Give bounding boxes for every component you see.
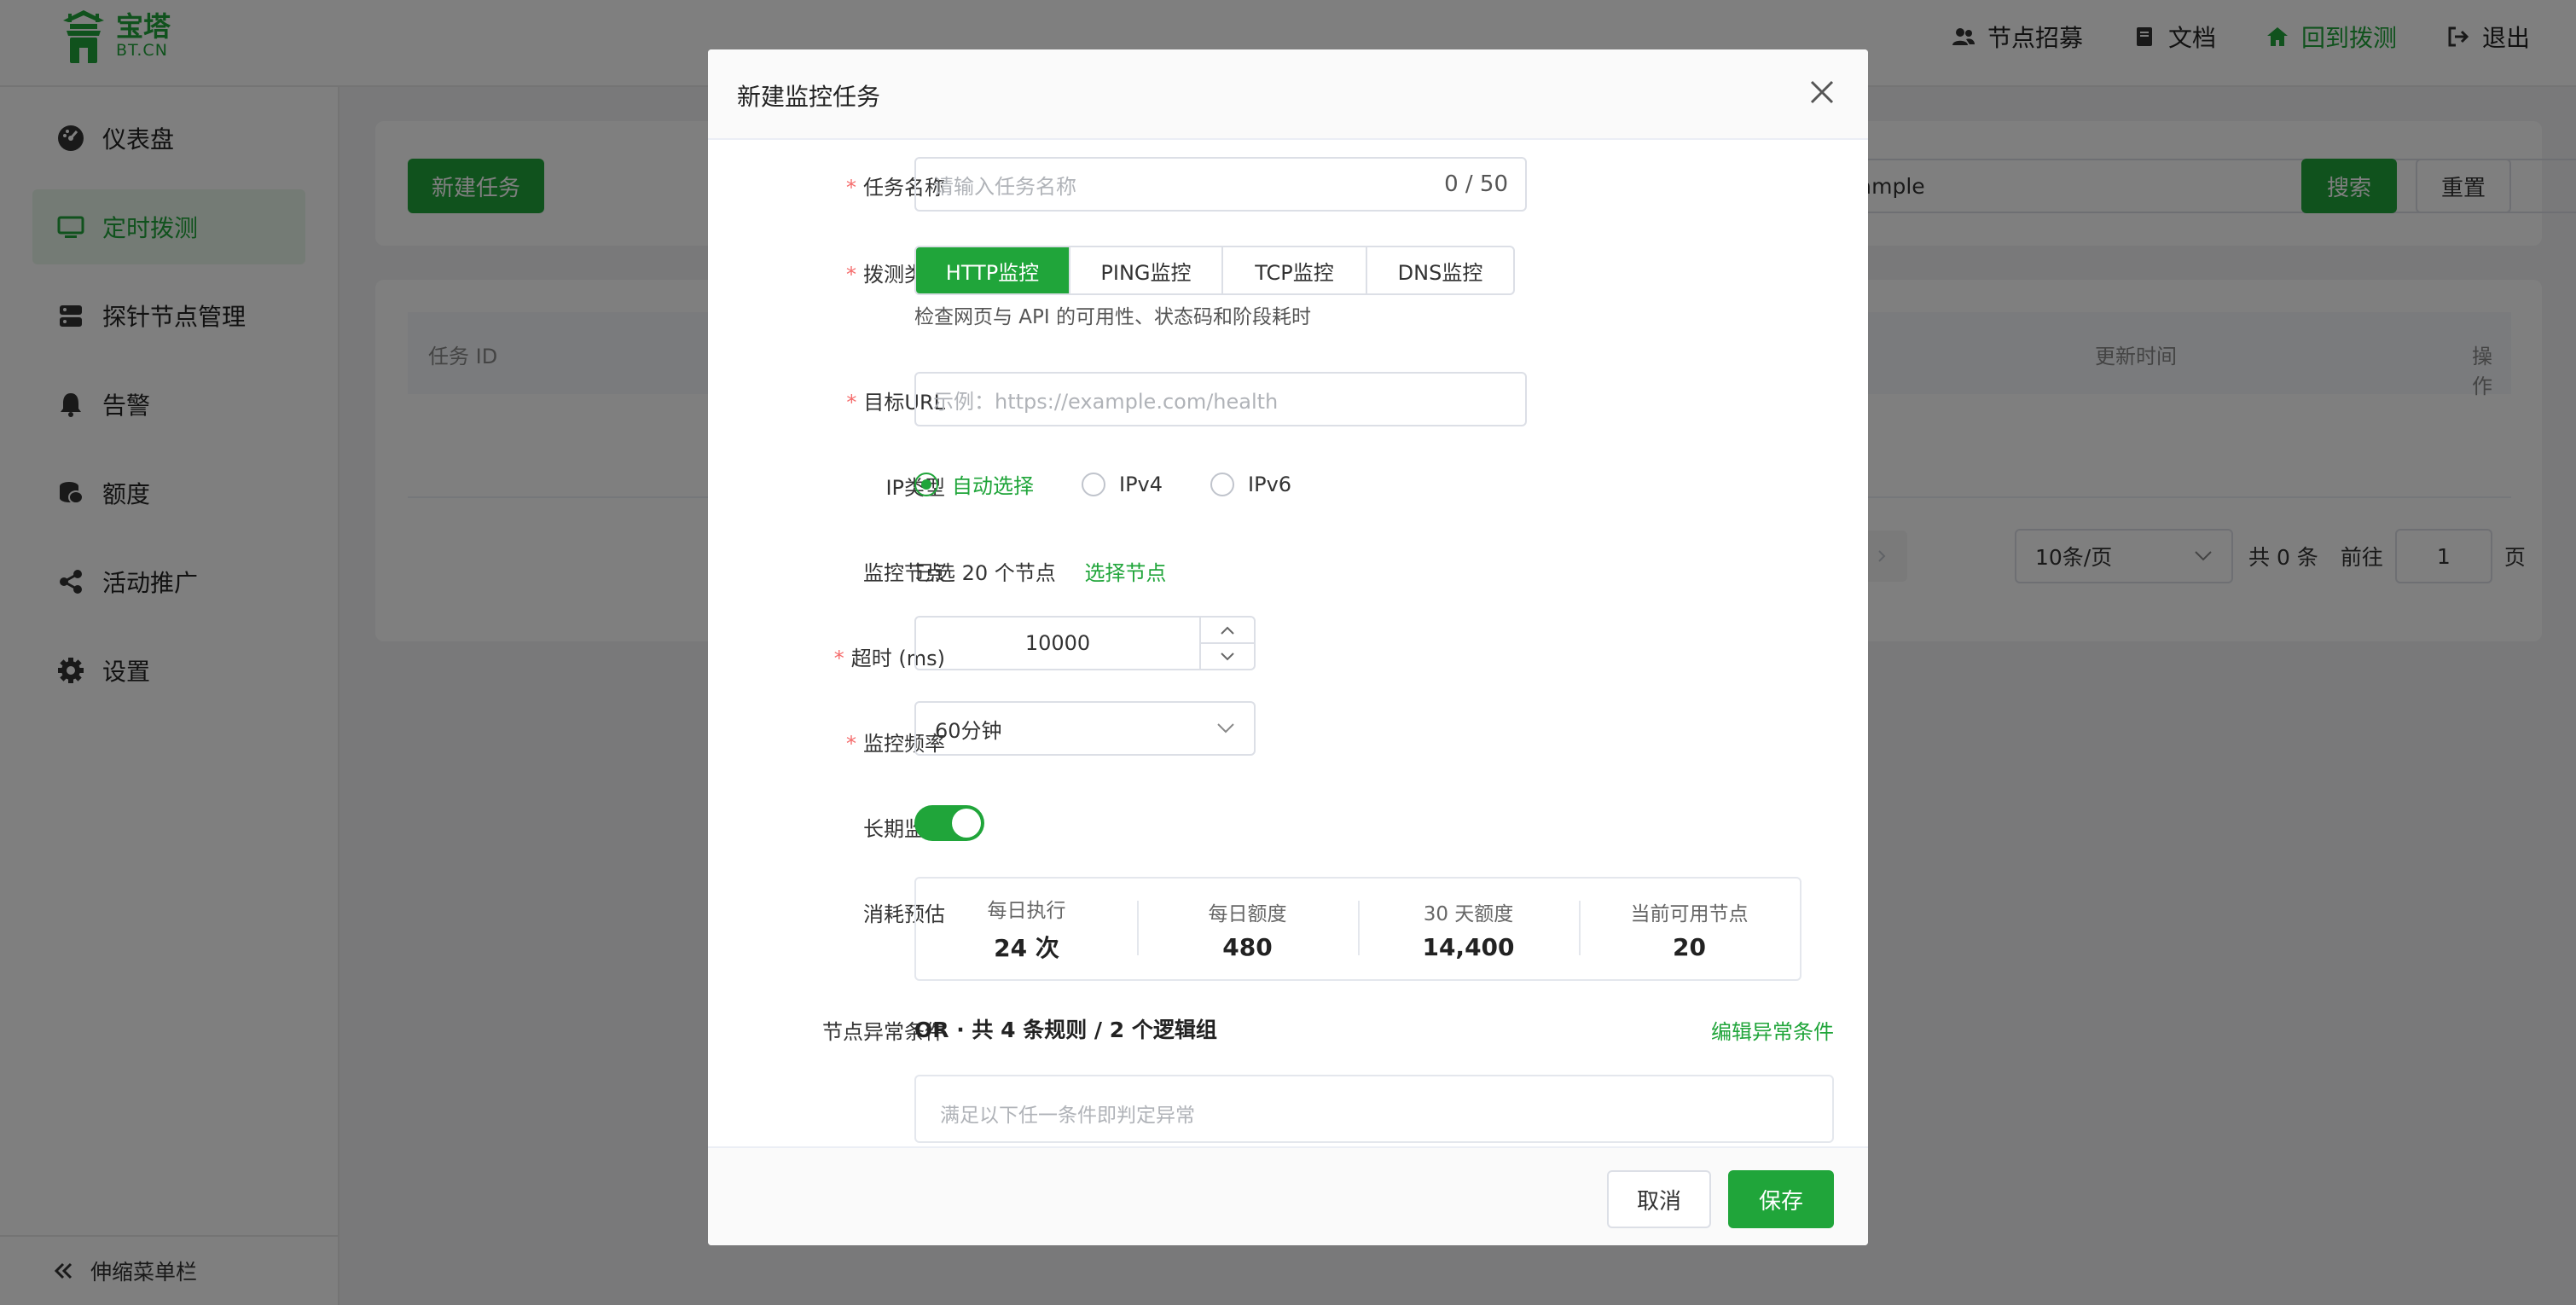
stat-value: 24 次 (994, 934, 1059, 962)
estimate-stats: 每日执行 24 次 每日额度 480 30 天额度 14,400 当前可用节点 … (914, 877, 1801, 981)
ip-type-auto-radio[interactable]: 自动选择 (914, 469, 1034, 499)
long-term-toggle[interactable] (914, 805, 984, 841)
stat-label: 每日执行 (987, 900, 1066, 922)
ip-type-radio-group: 自动选择 IPv4 IPv6 (914, 469, 1339, 499)
decrease-button[interactable] (1201, 644, 1254, 669)
conditions-box-text: 满足以下任一条件即判定异常 (940, 1105, 1195, 1127)
radio-unchecked-icon (1082, 472, 1105, 496)
cancel-button[interactable]: 取消 (1607, 1170, 1711, 1228)
dialog-footer: 取消 保存 (708, 1146, 1868, 1245)
timeout-stepper: 10000 (914, 616, 1256, 670)
stat-label: 30 天额度 (1423, 902, 1514, 925)
radio-unchecked-icon (1210, 472, 1235, 496)
probe-type-hint: 检查网页与 API 的可用性、状态码和阶段耗时 (914, 306, 1312, 328)
long-term-row: 长期监控 (708, 140, 1868, 841)
stat-label: 每日额度 (1208, 902, 1287, 925)
dialog-header: 新建监控任务 (708, 49, 1868, 140)
edit-conditions-link[interactable]: 编辑异常条件 (1711, 1015, 1834, 1045)
stat-30-day-quota: 30 天额度 14,400 (1358, 897, 1579, 961)
chevron-down-icon (1221, 652, 1234, 660)
dialog-body: * 任务名称 请输入任务名称 0 / 50 * 拨测类型 HTTP监控 PING监控… (708, 140, 1868, 1146)
conditions-summary: OR · 共 4 条规则 / 2 个逻辑组 (914, 1018, 1217, 1042)
timeout-input[interactable]: 10000 (916, 618, 1199, 669)
chevron-up-icon (1221, 626, 1234, 635)
choose-nodes-link[interactable]: 选择节点 (1084, 561, 1166, 585)
probe-type-http[interactable]: HTTP监控 (916, 247, 1070, 293)
stat-label: 当前可用节点 (1630, 902, 1749, 925)
target-url-placeholder: 示例：https://example.com/health (933, 389, 1279, 414)
new-task-dialog: 新建监控任务 * 任务名称 请输入任务名称 0 / 50 * 拨测类型 HTTP监控… (708, 49, 1868, 1245)
radio-checked-icon (914, 472, 938, 496)
stat-value: 14,400 (1422, 932, 1515, 961)
ip-type-ipv6-label: IPv6 (1248, 472, 1292, 496)
close-icon[interactable] (1805, 75, 1839, 109)
probe-type-tcp[interactable]: TCP监控 (1223, 247, 1367, 293)
stat-value: 480 (1222, 932, 1273, 961)
dialog-title: 新建监控任务 (737, 83, 881, 111)
ip-type-ipv4-radio[interactable]: IPv4 (1082, 472, 1163, 496)
save-button[interactable]: 保存 (1728, 1170, 1834, 1228)
frequency-value: 60分钟 (935, 718, 1002, 743)
stat-value: 20 (1673, 932, 1706, 961)
ip-type-ipv6-radio[interactable]: IPv6 (1210, 472, 1292, 496)
nodes-selected-text: 已选 20 个节点 (914, 561, 1056, 585)
chevron-down-icon (1217, 723, 1234, 734)
stat-daily-runs: 每日执行 24 次 (916, 894, 1137, 964)
nodes-control: 已选 20 个节点 选择节点 (914, 556, 1166, 586)
ip-type-ipv4-label: IPv4 (1119, 472, 1163, 496)
increase-button[interactable] (1201, 618, 1254, 644)
probe-type-dns[interactable]: DNS监控 (1367, 247, 1513, 293)
frequency-select[interactable]: 60分钟 (914, 701, 1256, 756)
conditions-box: 满足以下任一条件即判定异常 (914, 1075, 1834, 1143)
target-url-input[interactable]: 示例：https://example.com/health (914, 372, 1527, 426)
stat-daily-quota: 每日额度 480 (1137, 897, 1358, 961)
probe-type-options: HTTP监控 PING监控 TCP监控 DNS监控 (914, 246, 1515, 295)
stepper-buttons (1199, 618, 1254, 669)
probe-type-ping[interactable]: PING监控 (1070, 247, 1223, 293)
ip-type-auto-label: 自动选择 (952, 474, 1034, 498)
stat-available-nodes: 当前可用节点 20 (1579, 897, 1800, 961)
